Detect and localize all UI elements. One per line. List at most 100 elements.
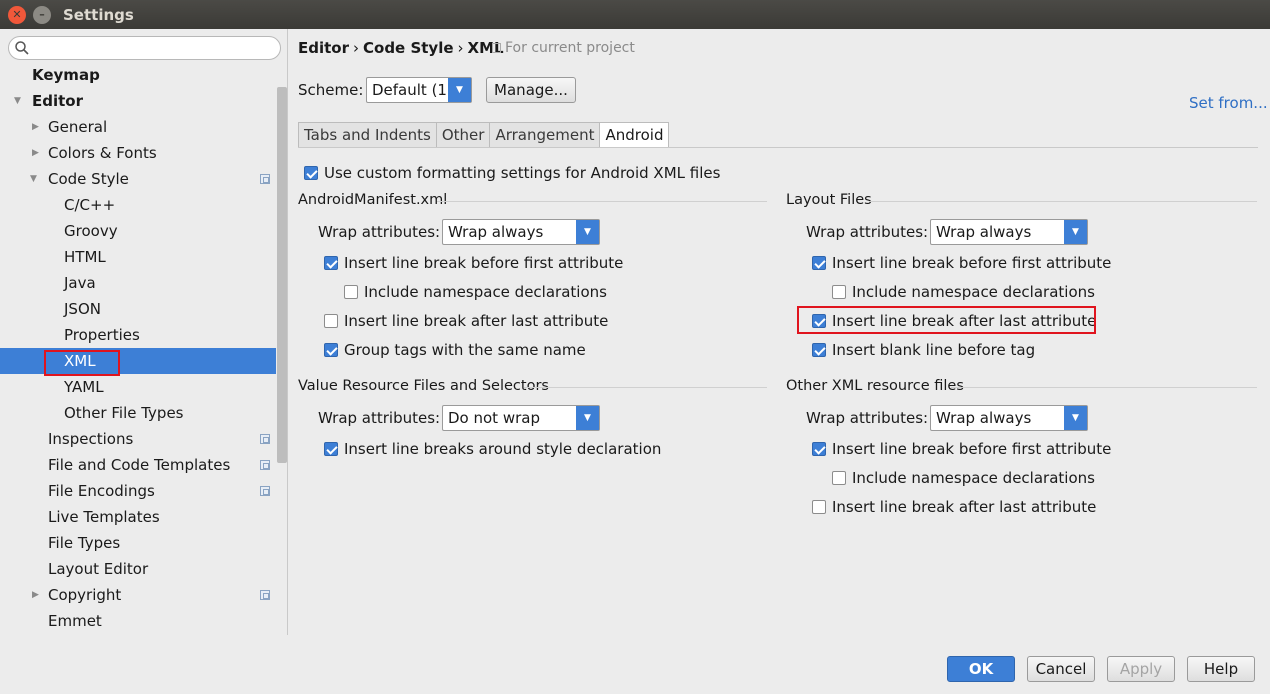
layout-section-title: Layout Files	[786, 192, 872, 208]
manifest-namespace-label: Include namespace declarations	[364, 283, 607, 301]
ok-button[interactable]: OK	[947, 656, 1015, 682]
tab-other[interactable]: Other	[435, 122, 490, 148]
scope-note: For current project	[492, 40, 635, 56]
scheme-label: Scheme:	[298, 81, 364, 99]
project-scope-icon	[260, 434, 270, 444]
layout-wrap-label: Wrap attributes:	[806, 223, 929, 241]
layout-namespace-label: Include namespace declarations	[852, 283, 1095, 301]
settings-content: Editor › Code Style › XML For current projec…	[289, 29, 1270, 635]
search-icon	[15, 41, 29, 55]
project-scope-icon	[260, 460, 270, 470]
sidebar-item-cpp[interactable]: C/C++	[0, 192, 276, 218]
tab-arrangement[interactable]: Arrangement	[489, 122, 600, 148]
other-wrap-dropdown[interactable]: Wrap always ▼	[930, 405, 1088, 431]
sidebar-item-emmet[interactable]: Emmet	[0, 608, 276, 634]
manifest-section-title: AndroidManifest.xml	[298, 192, 448, 208]
sidebar-item-html[interactable]: HTML	[0, 244, 276, 270]
manifest-break-after-last-label: Insert line break after last attribute	[344, 312, 609, 330]
dialog-footer: OK Cancel Apply Help	[0, 635, 1270, 694]
minimize-window-button[interactable]: –	[33, 5, 51, 24]
sidebar-scrollbar[interactable]	[277, 87, 287, 463]
tab-tabs-and-indents[interactable]: Tabs and Indents	[298, 122, 436, 148]
sidebar-item-layout-editor[interactable]: Layout Editor	[0, 556, 276, 582]
sidebar-item-json[interactable]: JSON	[0, 296, 276, 322]
other-wrap-label: Wrap attributes:	[806, 409, 929, 427]
chevron-down-icon: ▼	[576, 220, 599, 244]
use-custom-checkbox[interactable]	[304, 166, 318, 180]
layout-break-before-first-checkbox[interactable]	[812, 256, 826, 270]
sidebar-item-java[interactable]: Java	[0, 270, 276, 296]
sidebar-item-properties[interactable]: Properties	[0, 322, 276, 348]
help-button[interactable]: Help	[1187, 656, 1255, 682]
collapsed-arrow-icon[interactable]: ▶	[32, 140, 39, 166]
section-divider	[437, 201, 767, 202]
collapsed-arrow-icon[interactable]: ▶	[32, 582, 39, 608]
section-divider	[869, 201, 1257, 202]
sidebar-item-keymap[interactable]: Keymap	[0, 62, 276, 88]
use-custom-label: Use custom formatting settings for Andro…	[324, 164, 721, 182]
values-wrap-dropdown[interactable]: Do not wrap ▼	[442, 405, 600, 431]
manifest-break-before-first-checkbox[interactable]	[324, 256, 338, 270]
other-namespace-checkbox[interactable]	[832, 471, 846, 485]
section-divider	[951, 387, 1257, 388]
highlight-box-break-after-last	[797, 306, 1096, 334]
expanded-arrow-icon[interactable]: ▼	[30, 166, 37, 192]
collapsed-arrow-icon[interactable]: ▶	[32, 114, 39, 140]
layout-blank-line-checkbox[interactable]	[812, 343, 826, 357]
sidebar-item-file-code-templates[interactable]: File and Code Templates	[0, 452, 276, 478]
other-break-after-last-label: Insert line break after last attribute	[832, 498, 1097, 516]
tab-divider	[298, 147, 1258, 148]
sidebar-item-yaml[interactable]: YAML	[0, 374, 276, 400]
values-section-title: Value Resource Files and Selectors	[298, 378, 549, 394]
manifest-break-after-last-checkbox[interactable]	[324, 314, 338, 328]
sidebar-item-copyright[interactable]: ▶ Copyright	[0, 582, 276, 608]
title-bar: ✕ – Settings	[0, 0, 1270, 29]
manage-button[interactable]: Manage...	[486, 77, 576, 103]
tab-android[interactable]: Android	[599, 122, 670, 148]
sidebar-item-xml[interactable]: XML	[0, 348, 276, 374]
sidebar-item-other-file-types[interactable]: Other File Types	[0, 400, 276, 426]
breadcrumb: Editor › Code Style › XML	[298, 39, 504, 57]
values-style-breaks-checkbox[interactable]	[324, 442, 338, 456]
scheme-dropdown[interactable]: Default (1) ▼	[366, 77, 472, 103]
values-wrap-label: Wrap attributes:	[318, 409, 441, 427]
sidebar-item-code-style[interactable]: ▼ Code Style	[0, 166, 276, 192]
project-scope-icon	[260, 486, 270, 496]
layout-namespace-checkbox[interactable]	[832, 285, 846, 299]
manifest-group-tags-label: Group tags with the same name	[344, 341, 586, 359]
sidebar-item-file-types[interactable]: File Types	[0, 530, 276, 556]
other-break-after-last-checkbox[interactable]	[812, 500, 826, 514]
highlight-box-xml	[44, 350, 120, 376]
sidebar-item-colors-fonts[interactable]: ▶ Colors & Fonts	[0, 140, 276, 166]
window-title: Settings	[63, 5, 134, 24]
cancel-button[interactable]: Cancel	[1027, 656, 1095, 682]
sidebar-item-groovy[interactable]: Groovy	[0, 218, 276, 244]
chevron-down-icon: ▼	[1064, 406, 1087, 430]
search-input[interactable]	[8, 36, 281, 60]
layout-blank-line-label: Insert blank line before tag	[832, 341, 1036, 359]
manifest-group-tags-checkbox[interactable]	[324, 343, 338, 357]
layout-wrap-dropdown[interactable]: Wrap always ▼	[930, 219, 1088, 245]
set-from-link[interactable]: Set from...	[1189, 94, 1268, 112]
other-namespace-label: Include namespace declarations	[852, 469, 1095, 487]
manifest-break-before-first-label: Insert line break before first attribute	[344, 254, 624, 272]
manifest-namespace-checkbox[interactable]	[344, 285, 358, 299]
apply-button[interactable]: Apply	[1107, 656, 1175, 682]
project-scope-icon	[260, 590, 270, 600]
other-break-before-first-label: Insert line break before first attribute	[832, 440, 1112, 458]
other-break-before-first-checkbox[interactable]	[812, 442, 826, 456]
sidebar-item-editor[interactable]: ▼ Editor	[0, 88, 276, 114]
settings-sidebar: Keymap ▼ Editor ▶ General ▶ Colors & Fon…	[0, 29, 288, 635]
close-window-button[interactable]: ✕	[8, 5, 26, 24]
layout-break-before-first-label: Insert line break before first attribute	[832, 254, 1112, 272]
manifest-wrap-dropdown[interactable]: Wrap always ▼	[442, 219, 600, 245]
sidebar-item-live-templates[interactable]: Live Templates	[0, 504, 276, 530]
project-scope-icon	[260, 174, 270, 184]
expanded-arrow-icon[interactable]: ▼	[14, 88, 21, 114]
sidebar-item-inspections[interactable]: Inspections	[0, 426, 276, 452]
values-style-breaks-label: Insert line breaks around style declarat…	[344, 440, 662, 458]
chevron-down-icon: ▼	[576, 406, 599, 430]
sidebar-item-file-encodings[interactable]: File Encodings	[0, 478, 276, 504]
chevron-down-icon: ▼	[1064, 220, 1087, 244]
sidebar-item-general[interactable]: ▶ General	[0, 114, 276, 140]
